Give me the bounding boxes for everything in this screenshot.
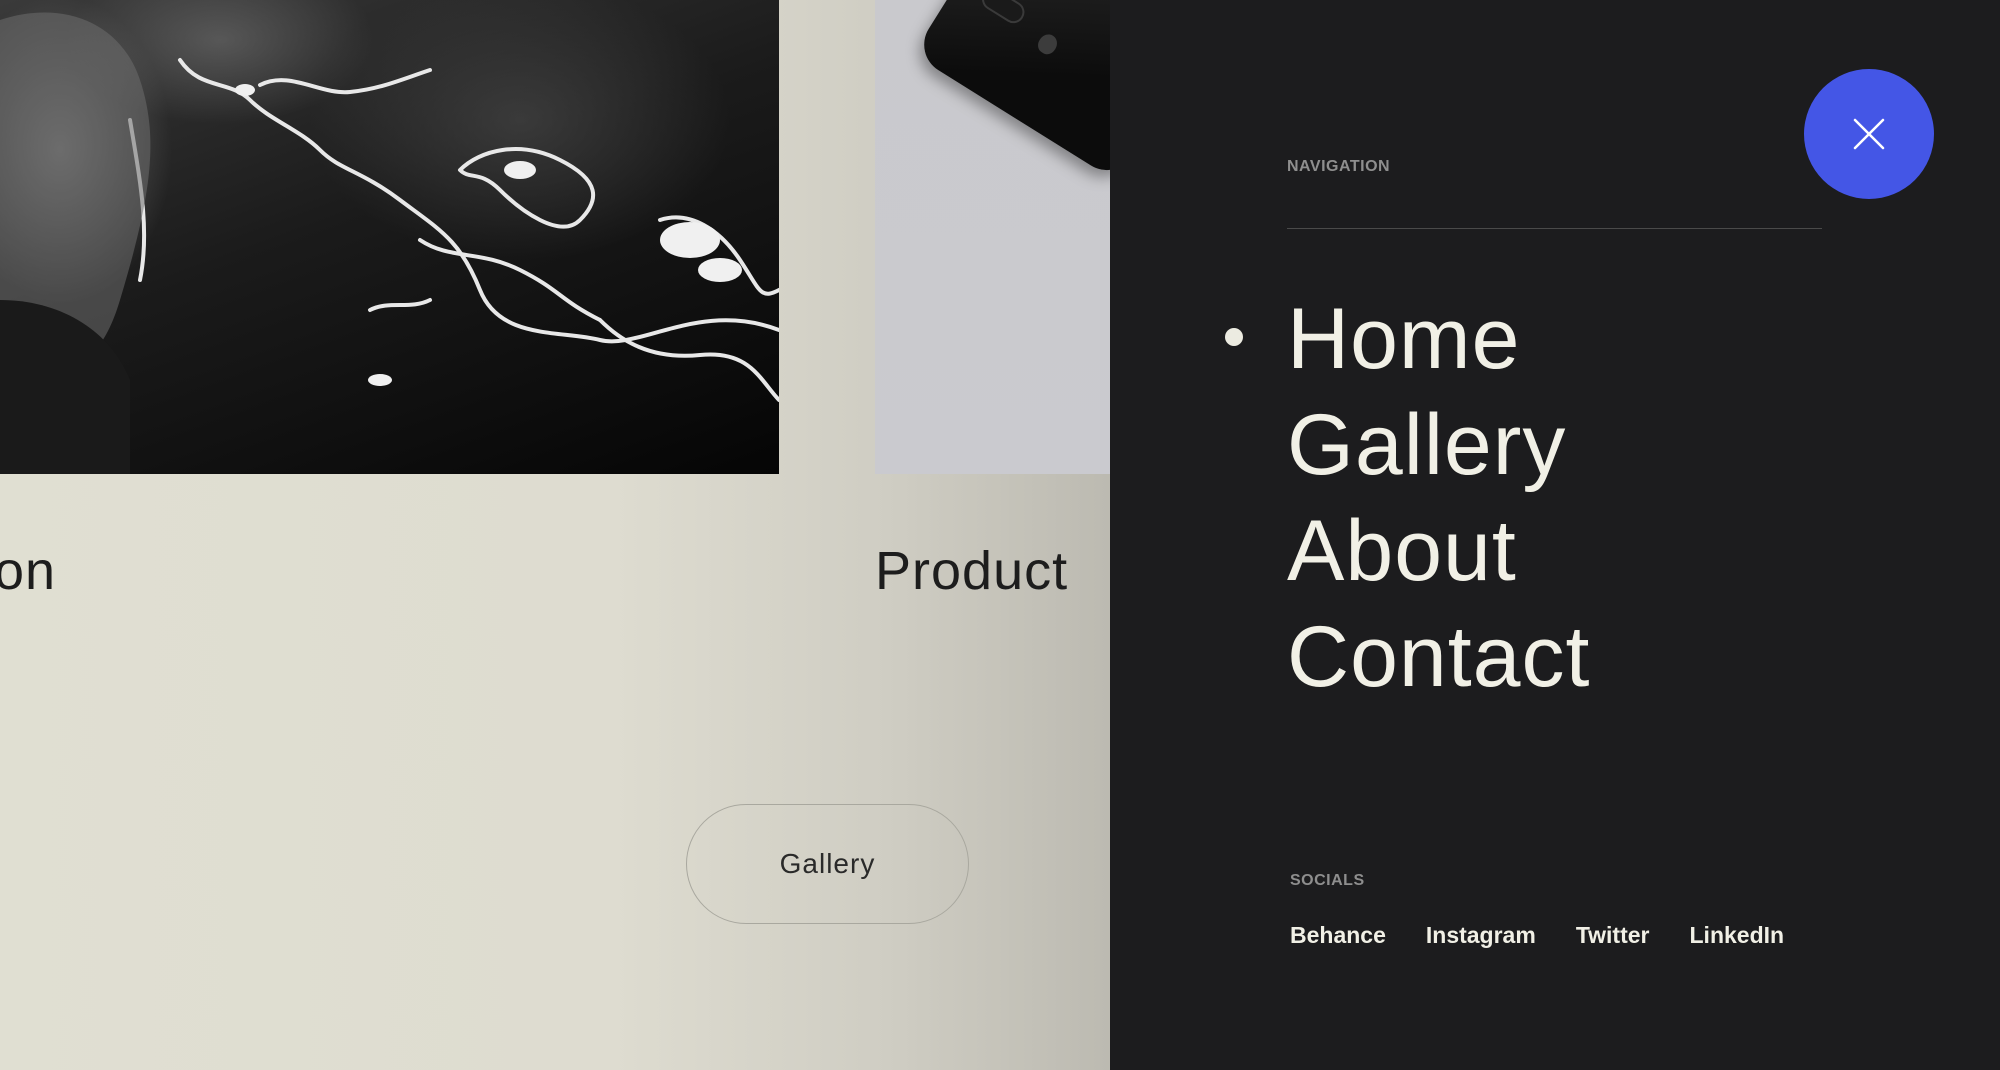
socials-links: Behance Instagram Twitter LinkedIn (1290, 922, 1784, 949)
nav-item-gallery[interactable]: Gallery (1287, 392, 1590, 498)
social-link-behance[interactable]: Behance (1290, 922, 1386, 949)
phone-camera-graphic (977, 0, 1029, 28)
navigation-list: Home Gallery About Contact (1287, 286, 1590, 710)
page: on Product Gallery NAVIGATION Home Galle… (0, 0, 2000, 1070)
phone-graphic (912, 0, 1110, 182)
navigation-heading: NAVIGATION (1287, 158, 1391, 175)
apple-logo-icon (1034, 30, 1061, 58)
gallery-button[interactable]: Gallery (686, 804, 969, 924)
nav-item-contact[interactable]: Contact (1287, 604, 1590, 710)
social-link-twitter[interactable]: Twitter (1576, 922, 1650, 949)
project-title-right[interactable]: Product (875, 540, 1068, 602)
social-link-linkedin[interactable]: LinkedIn (1690, 922, 1785, 949)
project-title-left[interactable]: on (0, 540, 56, 602)
socials-heading: SOCIALS (1290, 872, 1365, 889)
close-icon (1853, 118, 1885, 150)
liquid-splash-graphic (0, 12, 779, 474)
nav-item-home[interactable]: Home (1287, 286, 1590, 392)
close-menu-button[interactable] (1804, 69, 1934, 199)
nav-item-about[interactable]: About (1287, 498, 1590, 604)
social-link-instagram[interactable]: Instagram (1426, 922, 1536, 949)
active-item-indicator (1225, 328, 1243, 346)
project-image-right[interactable] (875, 0, 1110, 474)
navigation-divider (1287, 228, 1822, 229)
project-image-left[interactable] (0, 0, 779, 474)
